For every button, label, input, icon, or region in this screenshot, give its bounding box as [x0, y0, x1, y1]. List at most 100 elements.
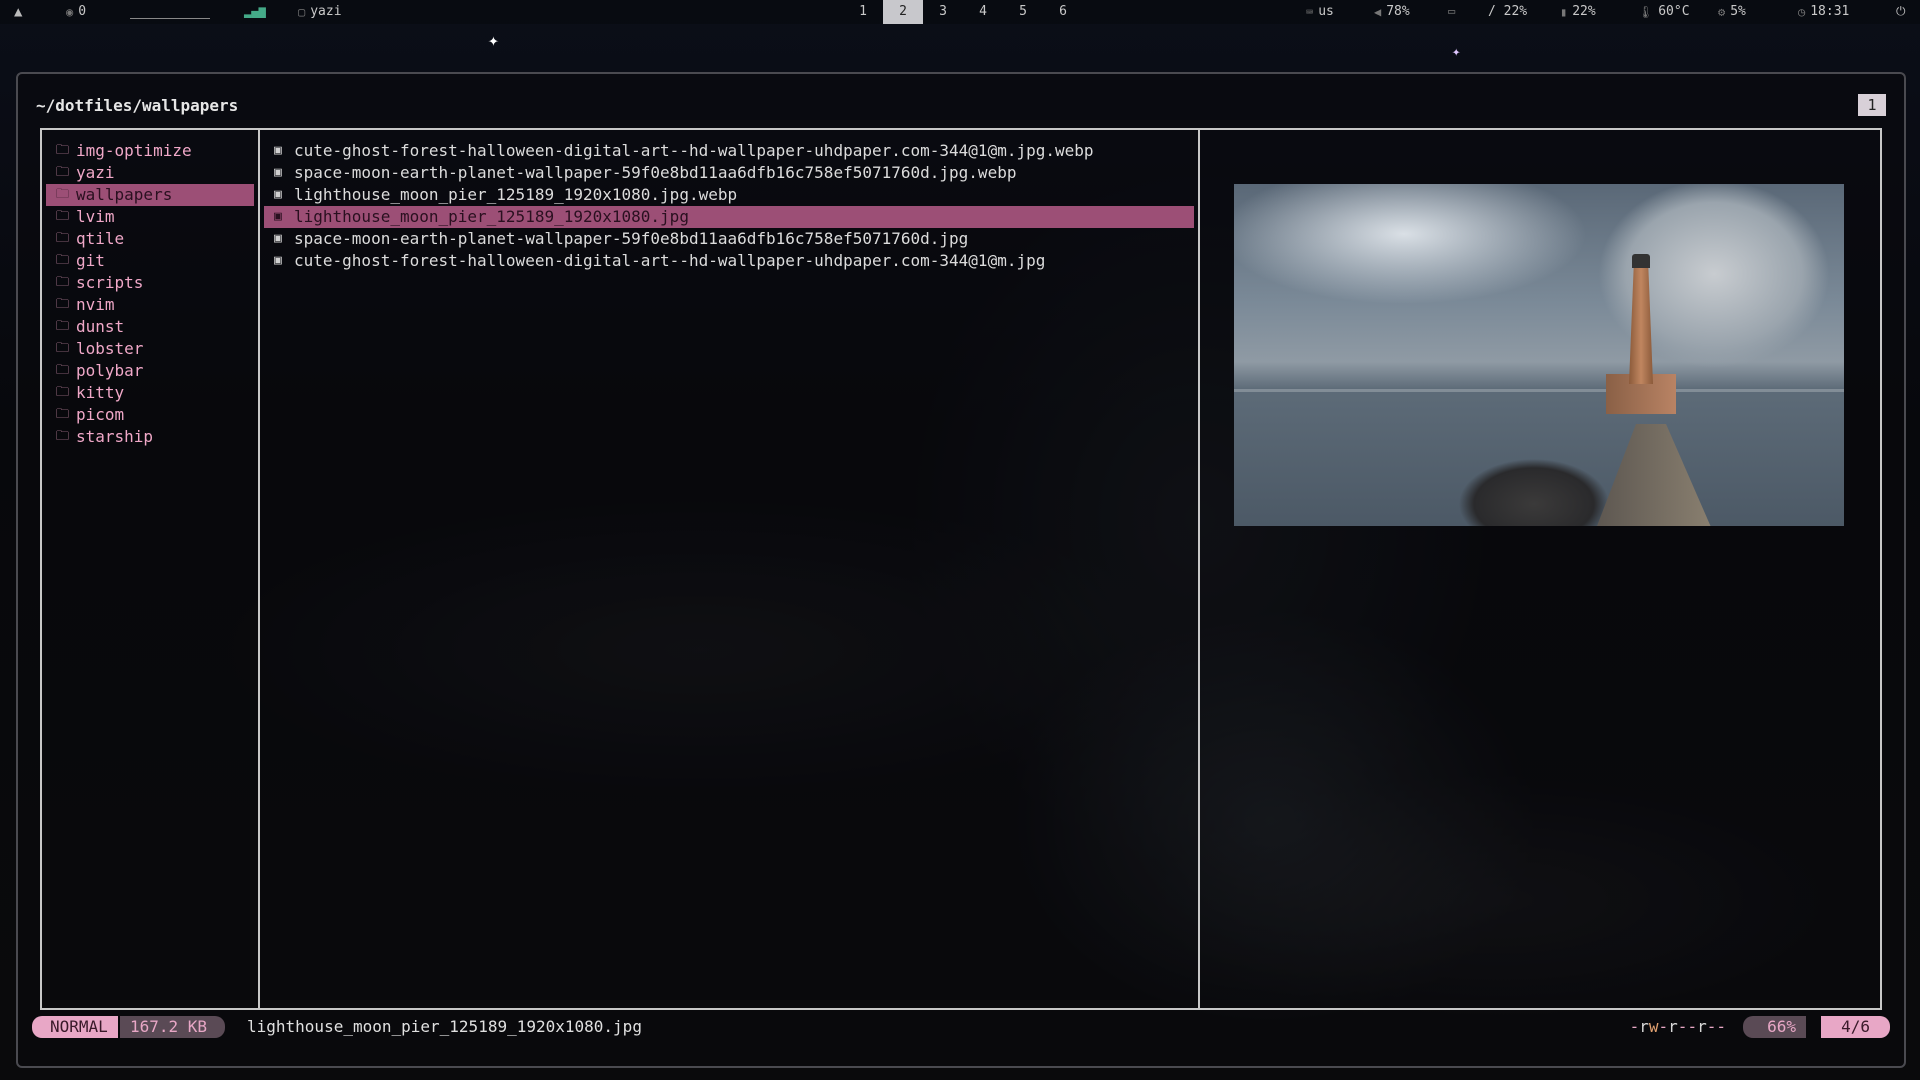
file-item[interactable]: ▣ space-moon-earth-planet-wallpaper-59f0e…: [264, 228, 1194, 250]
folder-icon: 🗀: [56, 429, 70, 444]
image-file-icon: ▣: [274, 187, 282, 202]
folder-icon: 🗀: [56, 385, 70, 400]
window-title-text: yazi: [310, 4, 342, 19]
preview-pane: [1200, 130, 1880, 1008]
cpu-gear-icon: ⚙: [1718, 4, 1726, 19]
temperature-text: 60°C: [1658, 4, 1690, 19]
file-manager-panes: 🗀 img-optimize 🗀 yazi 🗀 wallpapers 🗀 lvim 🗀 q…: [40, 128, 1882, 1010]
image-file-icon: ▣: [274, 209, 282, 224]
power-button[interactable]: ⏻: [1896, 4, 1906, 19]
cursor-position: 4/6: [1821, 1016, 1890, 1038]
parent-item-wallpapers[interactable]: 🗀 wallpapers: [46, 184, 254, 206]
parent-item-picom[interactable]: 🗀 picom: [46, 404, 254, 426]
folder-icon: 🗀: [56, 253, 70, 268]
clock-text: 18:31: [1810, 4, 1850, 19]
image-file-icon: ▣: [274, 165, 282, 180]
scroll-percent: 66%: [1743, 1016, 1806, 1038]
disk-usage-text: / 22%: [1488, 4, 1528, 19]
terminal-icon: ▢: [298, 4, 306, 19]
arch-logo-icon: ▲: [14, 4, 23, 20]
folder-icon: 🗀: [56, 297, 70, 312]
notification-widget[interactable]: ◉ 0: [66, 4, 86, 19]
keyboard-layout-text: us: [1318, 4, 1334, 19]
folder-icon: 🗀: [56, 341, 70, 356]
notification-count: 0: [78, 4, 87, 19]
keyboard-icon: ⌨: [1306, 4, 1314, 19]
cpu-widget: ⚙ 5%: [1718, 4, 1746, 19]
workspace-switcher: 1 2 3 4 5 6: [843, 0, 1083, 24]
folder-icon: 🗀: [56, 209, 70, 224]
parent-item-dunst[interactable]: 🗀 dunst: [46, 316, 254, 338]
yazi-window: ~/dotfiles/wallpapers 1 🗀 img-optimize 🗀 y…: [16, 72, 1906, 1068]
folder-icon: 🗀: [56, 363, 70, 378]
speaker-icon: ◀: [1374, 4, 1382, 19]
file-item[interactable]: ▣ cute-ghost-forest-halloween-digital-art…: [264, 140, 1194, 162]
launcher-button[interactable]: ▲: [14, 4, 22, 20]
lighthouse-moon-pier-preview: [1234, 184, 1844, 526]
star-decoration: ✦: [1452, 44, 1461, 60]
parent-item-yazi[interactable]: 🗀 yazi: [46, 162, 254, 184]
thermometer-icon: 🌡: [1638, 4, 1654, 19]
cava-bar: [130, 18, 210, 19]
workspace-3-button[interactable]: 3: [923, 0, 963, 24]
folder-icon: 🗀: [56, 143, 70, 158]
horizon-line: [1234, 389, 1844, 392]
status-bar: NORMAL 167.2 KB lighthouse_moon_pier_125…: [32, 1016, 1890, 1038]
file-item[interactable]: ▣ cute-ghost-forest-halloween-digital-art…: [264, 250, 1194, 272]
clock-icon: ◷: [1798, 4, 1806, 19]
workspace-4-button[interactable]: 4: [963, 0, 1003, 24]
cpu-text: 5%: [1730, 4, 1746, 19]
volume-widget[interactable]: ◀ 78%: [1374, 4, 1410, 19]
signal-widget: ▂▄▆: [244, 4, 266, 18]
clock-widget[interactable]: ◷ 18:31: [1798, 4, 1849, 19]
temperature-widget: 🌡 60°C: [1638, 4, 1690, 19]
mode-indicator: NORMAL: [32, 1016, 118, 1038]
folder-icon: 🗀: [56, 407, 70, 422]
workspace-5-button[interactable]: 5: [1003, 0, 1043, 24]
parent-item-lvim[interactable]: 🗀 lvim: [46, 206, 254, 228]
file-item[interactable]: ▣ space-moon-earth-planet-wallpaper-59f0e…: [264, 162, 1194, 184]
current-directory-path: ~/dotfiles/wallpapers: [36, 96, 239, 115]
image-file-icon: ▣: [274, 253, 282, 268]
image-file-icon: ▣: [274, 231, 282, 246]
disk-icon: ▭: [1448, 4, 1456, 18]
folder-icon: 🗀: [56, 319, 70, 334]
tab-indicator[interactable]: 1: [1858, 94, 1886, 116]
current-directory-pane: ▣ cute-ghost-forest-halloween-digital-art…: [260, 130, 1200, 1008]
folder-icon: 🗀: [56, 187, 70, 202]
parent-item-kitty[interactable]: 🗀 kitty: [46, 382, 254, 404]
window-title: ▢ yazi: [298, 4, 342, 19]
lighthouse-lantern-shape: [1632, 254, 1650, 268]
parent-item-img-optimize[interactable]: 🗀 img-optimize: [46, 140, 254, 162]
parent-item-git[interactable]: 🗀 git: [46, 250, 254, 272]
volume-text: 78%: [1386, 4, 1410, 19]
workspace-6-button[interactable]: 6: [1043, 0, 1083, 24]
star-decoration: ✦: [488, 30, 499, 51]
disk-widget: ▭: [1448, 4, 1455, 18]
memory-text: 22%: [1572, 4, 1596, 19]
parent-item-scripts[interactable]: 🗀 scripts: [46, 272, 254, 294]
disk-usage: / 22%: [1488, 4, 1527, 19]
parent-item-qtile[interactable]: 🗀 qtile: [46, 228, 254, 250]
status-filename: lighthouse_moon_pier_125189_1920x1080.jp…: [247, 1017, 642, 1036]
keyboard-layout-widget[interactable]: ⌨ us: [1306, 4, 1334, 19]
file-item[interactable]: ▣ lighthouse_moon_pier_125189_1920x1080.j…: [264, 184, 1194, 206]
image-file-icon: ▣: [274, 143, 282, 158]
bell-icon: ◉: [66, 4, 74, 19]
parent-directory-pane: 🗀 img-optimize 🗀 yazi 🗀 wallpapers 🗀 lvim 🗀 q…: [42, 130, 260, 1008]
memory-icon: ▮: [1560, 4, 1568, 19]
folder-icon: 🗀: [56, 231, 70, 246]
top-bar: ▲ ◉ 0 ▂▄▆ ▢ yazi 1 2 3 4 5 6 ⌨ us ◀ 78% …: [0, 0, 1920, 24]
power-icon: ⏻: [1896, 4, 1906, 18]
parent-item-nvim[interactable]: 🗀 nvim: [46, 294, 254, 316]
workspace-1-button[interactable]: 1: [843, 0, 883, 24]
workspace-2-button[interactable]: 2: [883, 0, 923, 24]
lighthouse-tower-shape: [1629, 264, 1653, 384]
file-item-selected[interactable]: ▣ lighthouse_moon_pier_125189_1920x1080.j…: [264, 206, 1194, 228]
parent-item-starship[interactable]: 🗀 starship: [46, 426, 254, 448]
folder-icon: 🗀: [56, 275, 70, 290]
parent-item-polybar[interactable]: 🗀 polybar: [46, 360, 254, 382]
memory-widget: ▮ 22%: [1560, 4, 1596, 19]
signal-bars-icon: ▂▄▆: [244, 4, 266, 18]
parent-item-lobster[interactable]: 🗀 lobster: [46, 338, 254, 360]
